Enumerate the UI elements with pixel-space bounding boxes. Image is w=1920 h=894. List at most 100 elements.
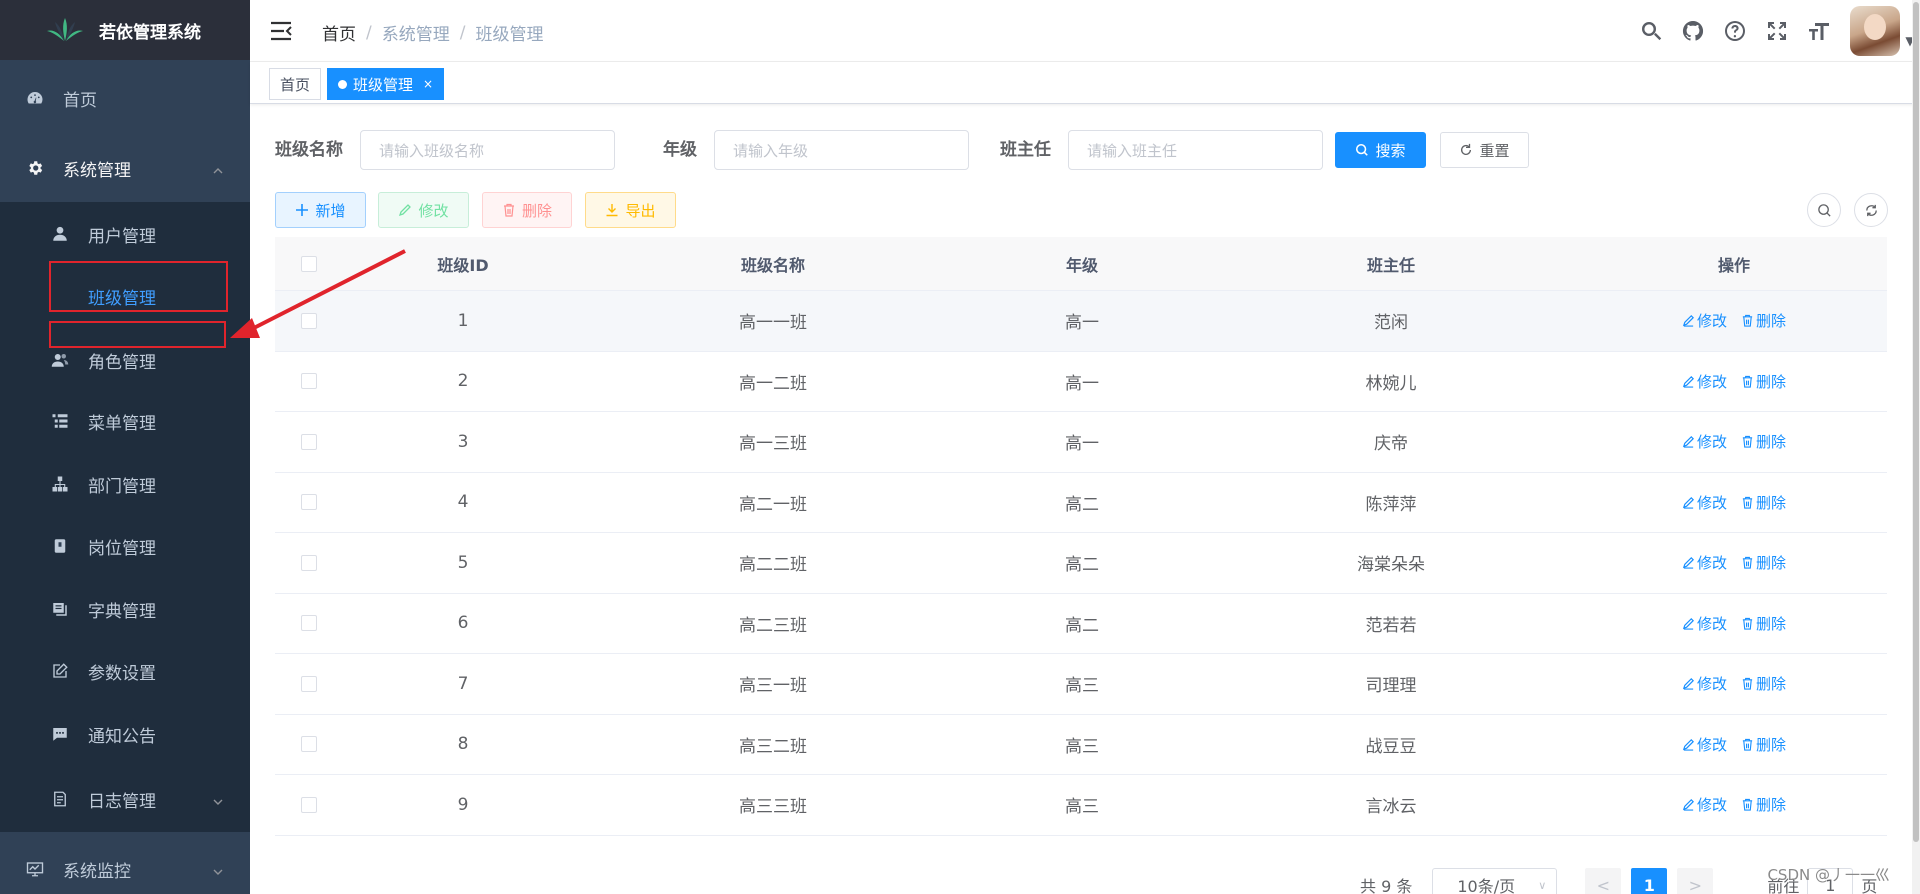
row-delete-link[interactable]: 删除 — [1741, 371, 1786, 392]
row-checkbox[interactable] — [301, 675, 317, 692]
row-delete-link[interactable]: 删除 — [1741, 613, 1786, 634]
header-grade[interactable]: 年级 — [963, 252, 1201, 276]
scrollbar[interactable] — [1912, 0, 1920, 894]
row-checkbox[interactable] — [301, 373, 317, 390]
row-checkbox[interactable] — [301, 554, 317, 571]
github-icon[interactable] — [1672, 0, 1714, 62]
table-row[interactable]: 7 高三一班 高三 司理理 修改 删除 — [275, 654, 1887, 715]
sidebar-item-monitor[interactable]: 系统监控 — [0, 843, 250, 894]
row-checkbox[interactable] — [301, 736, 317, 753]
chevron-up-icon — [212, 162, 224, 174]
search-icon[interactable] — [1630, 0, 1672, 62]
tree-icon — [50, 474, 70, 494]
logo[interactable]: 若依管理系统 — [0, 0, 250, 60]
page-1-button[interactable]: 1 — [1631, 868, 1668, 894]
row-edit-link[interactable]: 修改 — [1682, 734, 1727, 755]
row-edit-link[interactable]: 修改 — [1682, 310, 1727, 331]
table-row[interactable]: 2 高一二班 高一 林婉儿 修改 删除 — [275, 352, 1887, 412]
table-row[interactable]: 4 高二一班 高二 陈萍萍 修改 删除 — [275, 473, 1887, 533]
row-checkbox[interactable] — [301, 796, 317, 813]
row-edit-link[interactable]: 修改 — [1682, 431, 1727, 452]
row-edit-link[interactable]: 修改 — [1682, 371, 1727, 392]
header-id[interactable]: 班级ID — [343, 252, 583, 276]
annotation-box-empty — [49, 321, 226, 348]
sidebar-item-system[interactable]: 系统管理 — [0, 140, 250, 196]
row-edit-link[interactable]: 修改 — [1682, 673, 1727, 694]
add-button[interactable]: 新增 — [275, 192, 366, 228]
class-name-input[interactable]: 请输入班级名称 — [360, 130, 615, 170]
sidebar-item-users[interactable]: 用户管理 — [0, 208, 250, 260]
cell-name: 高一三班 — [739, 434, 807, 455]
edit-icon — [399, 204, 412, 217]
edit-button[interactable]: 修改 — [378, 192, 469, 228]
sidebar-item-dict[interactable]: 字典管理 — [0, 583, 250, 635]
row-delete-link[interactable]: 删除 — [1741, 492, 1786, 513]
cell-grade: 高三 — [1065, 736, 1099, 757]
export-button[interactable]: 导出 — [585, 192, 676, 228]
row-edit-link[interactable]: 修改 — [1682, 613, 1727, 634]
table-row[interactable]: 5 高二二班 高二 海棠朵朵 修改 删除 — [275, 533, 1887, 594]
sidebar-item-depts[interactable]: 部门管理 — [0, 458, 250, 510]
breadcrumb-item-home[interactable]: 首页 — [322, 20, 356, 45]
search-button[interactable]: 搜索 — [1335, 132, 1426, 168]
cell-name: 高二二班 — [739, 555, 807, 576]
table-row[interactable]: 9 高三三班 高三 言冰云 修改 删除 — [275, 775, 1887, 836]
post-icon — [50, 536, 70, 556]
select-all-checkbox[interactable] — [301, 255, 317, 272]
font-size-icon[interactable] — [1798, 0, 1840, 62]
table-row[interactable]: 1 高一一班 高一 范闲 修改 删除 — [275, 291, 1887, 352]
cell-teacher: 海棠朵朵 — [1357, 555, 1425, 576]
download-icon — [606, 204, 618, 217]
cell-teacher: 战豆豆 — [1365, 736, 1417, 757]
fullscreen-icon[interactable] — [1756, 0, 1798, 62]
sidebar-item-home[interactable]: 首页 — [0, 70, 250, 126]
refresh-button[interactable] — [1854, 193, 1888, 227]
grade-input[interactable]: 请输入年级 — [714, 130, 969, 170]
delete-button[interactable]: 删除 — [482, 192, 572, 228]
row-checkbox[interactable] — [301, 312, 317, 329]
row-delete-label: 删除 — [1756, 614, 1787, 633]
page-size-select[interactable]: 10条/页 ∨ — [1432, 868, 1558, 894]
table-body: 1 高一一班 高一 范闲 修改 删除 2 高一二班 高一 林婉儿 修改 删除 3 高一三班 高一 庆帝 修改 删除… — [275, 291, 1887, 836]
row-checkbox-cell — [275, 554, 343, 571]
table-row[interactable]: 8 高三二班 高三 战豆豆 修改 删除 — [275, 715, 1887, 775]
question-icon[interactable] — [1714, 0, 1756, 62]
table-row[interactable]: 3 高一三班 高一 庆帝 修改 删除 — [275, 412, 1887, 473]
teacher-input[interactable]: 请输入班主任 — [1068, 130, 1323, 170]
dict-icon — [50, 599, 70, 619]
reset-button[interactable]: 重置 — [1440, 132, 1529, 168]
row-delete-link[interactable]: 删除 — [1741, 673, 1786, 694]
sidebar-item-posts[interactable]: 岗位管理 — [0, 520, 250, 572]
trash-icon — [1742, 557, 1753, 569]
tag-home[interactable]: 首页 — [269, 68, 322, 100]
row-delete-link[interactable]: 删除 — [1741, 794, 1786, 815]
header-teacher[interactable]: 班主任 — [1201, 252, 1581, 276]
row-checkbox[interactable] — [301, 433, 317, 450]
tag-class-active[interactable]: 班级管理 × — [327, 68, 445, 100]
scrollbar-thumb[interactable] — [1913, 2, 1919, 842]
row-checkbox[interactable] — [301, 494, 317, 511]
sidebar-item-menus[interactable]: 菜单管理 — [0, 395, 250, 447]
toggle-search-button[interactable] — [1807, 193, 1841, 227]
sidebar-item-log[interactable]: 日志管理 — [0, 773, 250, 825]
row-edit-link[interactable]: 修改 — [1682, 492, 1727, 513]
row-edit-link[interactable]: 修改 — [1682, 794, 1727, 815]
table-row[interactable]: 6 高二三班 高二 范若若 修改 删除 — [275, 594, 1887, 654]
prev-page-button[interactable]: < — [1585, 868, 1622, 894]
sidebar-item-notice[interactable]: 通知公告 — [0, 708, 250, 760]
row-delete-link[interactable]: 删除 — [1741, 552, 1786, 573]
row-delete-link[interactable]: 删除 — [1741, 431, 1786, 452]
cell-id: 5 — [457, 552, 469, 573]
avatar[interactable] — [1850, 6, 1900, 56]
close-icon[interactable]: × — [423, 77, 433, 91]
row-delete-link[interactable]: 删除 — [1741, 734, 1786, 755]
header-name[interactable]: 班级名称 — [583, 252, 963, 276]
row-edit-link[interactable]: 修改 — [1682, 552, 1727, 573]
plus-icon — [296, 204, 309, 216]
sidebar-item-config[interactable]: 参数设置 — [0, 645, 250, 697]
row-delete-link[interactable]: 删除 — [1741, 310, 1786, 331]
chevron-down-icon — [212, 793, 224, 805]
next-page-button[interactable]: > — [1677, 868, 1714, 894]
hamburger-icon[interactable] — [270, 20, 292, 42]
row-checkbox[interactable] — [301, 615, 317, 632]
